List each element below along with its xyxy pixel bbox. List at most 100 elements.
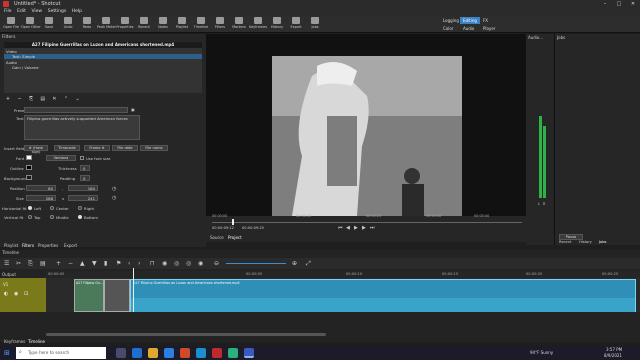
tab-properties[interactable]: Properties [38,243,58,248]
hide-icon[interactable]: ◉ [14,291,18,297]
toolbar-redo-button[interactable]: Redo [78,16,96,32]
tab-keyframes[interactable]: Keyframes [4,339,25,344]
move-up-icon[interactable]: ⌃ [62,96,70,102]
taskbar-search[interactable]: ⌕ Type here to search [16,347,106,359]
toolbar-export-button[interactable]: Export [287,16,305,32]
app-icon[interactable] [212,348,222,358]
timeline-clip[interactable]: A27 Filipino Guerrillas on Luzon and Ame… [130,279,636,312]
text-input[interactable]: Filipino guerrillas actively supported A… [24,115,140,140]
scrub-icon[interactable]: ◉ [162,260,167,267]
timeline-scrollbar[interactable] [46,333,326,336]
shotcut-taskbar-icon[interactable] [244,348,254,358]
ripple-all-icon[interactable]: ◎ [186,260,191,267]
toolbar-jobs-button[interactable]: Jobs [306,16,324,32]
zoom-in-icon[interactable]: ⊕ [292,260,297,267]
tab-filters[interactable]: Filters [22,243,34,248]
mail-icon[interactable] [196,348,206,358]
position-y-input[interactable]: 180 [68,185,98,191]
ripple-markers-icon[interactable]: ◉ [198,260,203,267]
timecode-position[interactable]: 00:00:09:12 [212,226,234,230]
filter-item-text[interactable]: Text: Simple [12,54,35,59]
layout-audio-button[interactable]: Audio [460,25,477,32]
toolbar-properties-button[interactable]: Properties [116,16,134,32]
tab-recent[interactable]: Recent [559,240,571,244]
paste-icon[interactable]: ▤ [40,260,46,267]
menu-file[interactable]: File [4,8,12,15]
menu-edit[interactable]: Edit [17,8,26,15]
outline-color-swatch[interactable] [26,165,32,170]
tab-playlist[interactable]: Playlist [4,243,18,248]
app-icon[interactable] [228,348,238,358]
layout-color-button[interactable]: Color [440,25,456,32]
zoom-slider[interactable] [226,263,286,264]
clock-time[interactable]: 3:57 PM [606,347,622,352]
timeline-clip[interactable]: A27 Filipino Gu... [74,279,104,312]
lift-icon[interactable]: ▲ [80,260,85,267]
toolbar-undo-button[interactable]: Undo [59,16,77,32]
timecode-button[interactable]: Timecode [54,145,80,151]
fast-forward-icon[interactable]: ▶ [362,225,366,231]
hfit-right-radio[interactable] [78,206,82,210]
tab-history[interactable]: History [579,240,592,244]
weather-text[interactable]: 94°F Sunny [530,350,553,355]
cut-icon[interactable]: ✂ [16,260,21,267]
vfit-bottom-radio[interactable] [78,215,82,219]
lock-icon[interactable]: ⊡ [24,291,28,297]
toolbar-recent-button[interactable]: Recent [135,16,153,32]
copy-filter-icon[interactable]: ⎘ [27,96,35,102]
tab-timeline[interactable]: Timeline [28,339,45,344]
layout-fx-button[interactable]: FX [480,17,491,24]
font-color-swatch[interactable] [26,155,32,160]
track-header-v1[interactable]: V1 ◐ ◉ ⊡ [0,278,46,312]
remove-icon[interactable]: − [68,260,73,267]
preset-save-icon[interactable]: ▣ [131,107,135,112]
toolbar-open-other-button[interactable]: Open Other [21,16,41,32]
font-button[interactable]: Verdana [46,155,76,161]
toolbar-notes-button[interactable]: Notes [154,16,172,32]
timeline-playhead[interactable] [133,268,134,312]
tab-jobs[interactable]: Jobs [599,240,606,244]
preset-select[interactable] [24,107,128,113]
edge-icon[interactable] [132,348,142,358]
layout-player-button[interactable]: Player [480,25,498,32]
remove-filter-button[interactable]: − [16,96,24,102]
add-filter-button[interactable]: + [4,96,12,102]
file-explorer-icon[interactable] [148,348,158,358]
padding-input[interactable]: 0 [80,175,90,181]
hash-sign-button[interactable]: # (Hash sign) [24,145,48,154]
overwrite-icon[interactable]: ▼ [92,260,97,267]
toolbar-keyframes-button[interactable]: Keyframes [249,16,267,32]
marker-icon[interactable]: ⚑ [116,260,121,267]
skip-start-icon[interactable]: ⏮ [338,225,343,231]
position-x-input[interactable]: 80 [26,185,56,191]
previous-marker-icon[interactable]: ‹ [128,260,130,267]
size-height-input[interactable]: 241 [68,195,98,201]
toolbar-save-button[interactable]: Save [40,16,58,32]
chrome-icon[interactable] [180,348,190,358]
timeline-clip[interactable] [104,279,130,312]
size-keyframe-icon[interactable]: ◷ [112,195,116,201]
minimize-button[interactable]: – [598,0,612,8]
menu-help[interactable]: Help [72,8,82,15]
toolbar-markers-button[interactable]: Markers [230,16,248,32]
scrub-playhead[interactable] [232,219,234,225]
paste-filter-icon[interactable]: ▤ [39,96,47,102]
deselect-filter-button[interactable]: ✕ [50,96,58,102]
windows-start-icon[interactable]: ⊞ [4,349,10,357]
zoom-fit-icon[interactable]: ⤢ [306,260,311,268]
menu-settings[interactable]: Settings [48,8,66,15]
ripple-icon[interactable]: ◎ [174,260,179,267]
tab-source[interactable]: Source [210,235,224,240]
split-icon[interactable]: ▮ [104,260,107,267]
vfit-middle-radio[interactable] [50,215,54,219]
task-view-icon[interactable] [116,348,126,358]
clock-date[interactable]: 8/9/2021 [604,353,622,358]
maximize-button[interactable]: □ [612,0,626,8]
menu-view[interactable]: View [31,8,42,15]
toolbar-timeline-button[interactable]: Timeline [192,16,210,32]
hfit-center-radio[interactable] [50,206,54,210]
snap-icon[interactable]: ⊓ [150,260,155,267]
toolbar-playlist-button[interactable]: Playlist [173,16,191,32]
background-color-swatch[interactable] [26,175,32,180]
move-down-icon[interactable]: ⌄ [74,96,82,102]
